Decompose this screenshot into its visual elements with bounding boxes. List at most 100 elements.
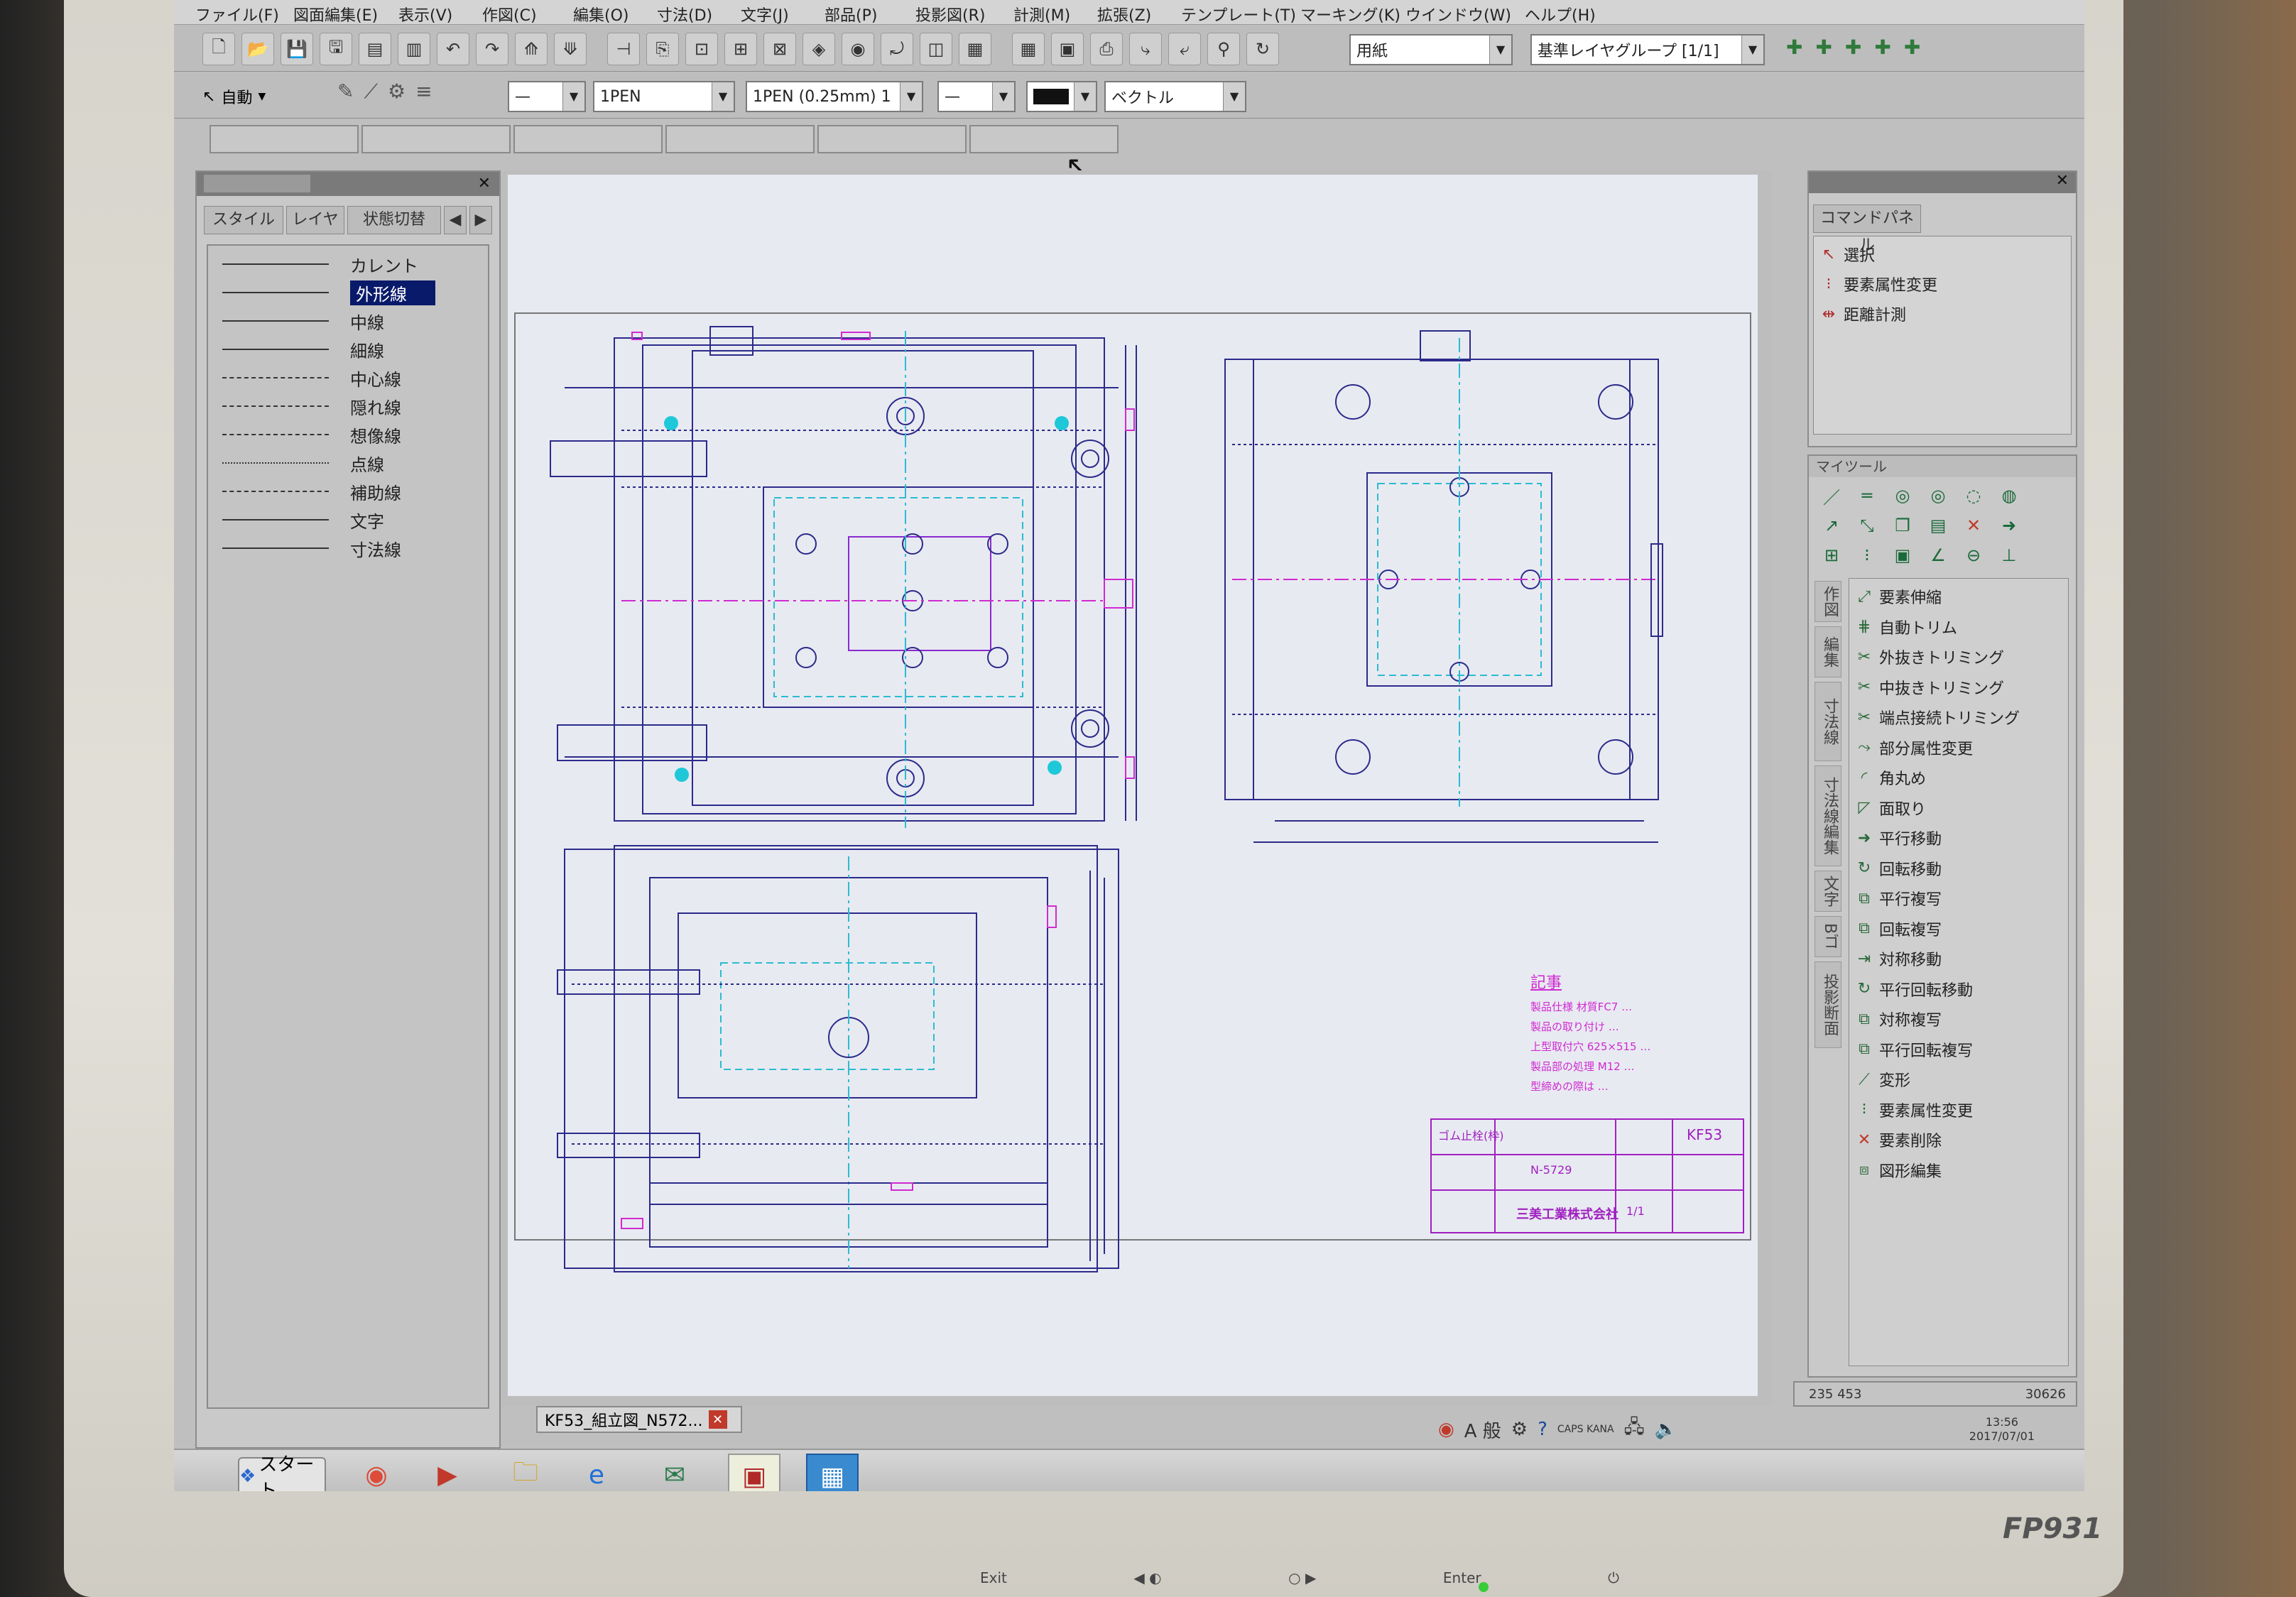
volume-icon[interactable]: 🔈 <box>1655 1419 1677 1440</box>
internet-explorer-icon[interactable]: e <box>572 1454 621 1491</box>
mytool-command-item[interactable]: ➜ 平行移動 <box>1855 823 2062 854</box>
refresh-icon[interactable]: ↻ <box>1246 33 1279 65</box>
auto-mode-button[interactable]: ↖ 自動 ▼ <box>202 81 309 112</box>
print-preview-icon[interactable]: ▥ <box>398 33 430 65</box>
page-tool-icon[interactable]: ▤ <box>1925 513 1951 538</box>
line-style-item[interactable]: 外形線 <box>208 278 488 307</box>
monitor-power-button[interactable]: ⏻ <box>1608 1569 1619 1595</box>
mytool-vertical-tab[interactable]: Bゴ <box>1815 916 1841 957</box>
double-line-tool-icon[interactable]: ═ <box>1854 483 1880 508</box>
mytool-command-item[interactable]: ⧉ 平行回転複写 <box>1855 1035 2062 1065</box>
mytool-vertical-tab[interactable]: 投影断面 <box>1815 961 1841 1048</box>
tab-scroll-right-icon[interactable]: ▶ <box>469 206 492 234</box>
file-explorer-icon[interactable]: 🗀 <box>501 1454 550 1491</box>
help-icon[interactable]: ? <box>1538 1419 1547 1440</box>
line-style-item[interactable]: 寸法線 <box>208 534 488 562</box>
frame-tool-icon[interactable]: ▣ <box>1890 543 1915 568</box>
app-icon[interactable]: ▣ <box>728 1454 780 1491</box>
arc-tool-icon[interactable]: ◌ <box>1961 483 1986 508</box>
mytool-command-item[interactable]: ⧉ 回転複写 <box>1855 914 2062 944</box>
line-style-item[interactable]: 点線 <box>208 449 488 477</box>
type-combo[interactable]: ベクトル ▼ <box>1104 81 1246 112</box>
line-style-item[interactable]: 隠れ線 <box>208 392 488 420</box>
monitor-left-button[interactable]: ◀ ◐ <box>1133 1569 1161 1595</box>
close-icon[interactable]: ✕ <box>478 172 491 196</box>
layer-tools-icons[interactable]: ✚✚✚✚✚ <box>1786 36 1971 64</box>
mytool-vertical-tab[interactable]: 編集 <box>1815 626 1841 677</box>
close-icon[interactable]: ✕ <box>2056 172 2069 190</box>
mytool-vertical-tab[interactable]: 文字 <box>1815 871 1841 912</box>
document-tab[interactable]: KF53_組立図_N572... ✕ <box>536 1406 742 1433</box>
tab-scroll-left-icon[interactable]: ◀ <box>444 206 467 234</box>
mail-icon[interactable]: ✉ <box>650 1454 700 1491</box>
trim-tool-icon[interactable]: ⤡ <box>1854 513 1880 538</box>
menu-item[interactable]: 計測(M) <box>1013 3 1070 26</box>
attr-tool-icon[interactable]: ⁝ <box>1854 543 1880 568</box>
sheet-combo[interactable]: 用紙 ▼ <box>1349 34 1513 65</box>
function-key-3[interactable] <box>513 125 663 153</box>
menu-item[interactable]: マーキング(K) <box>1300 3 1400 26</box>
rotate-icon[interactable]: ⤾ <box>881 33 913 65</box>
align-icon[interactable]: ⊣ <box>607 33 640 65</box>
mytool-command-item[interactable]: ⤳ 部分属性変更 <box>1855 733 2062 763</box>
circle-center-tool-icon[interactable]: ◎ <box>1925 483 1951 508</box>
menu-item[interactable]: 作図(C) <box>482 3 537 26</box>
pen-combo[interactable]: 1PEN ▼ <box>593 81 735 112</box>
menu-item[interactable]: ファイル(F) <box>195 3 279 26</box>
mytool-vertical-tab[interactable]: 作図 <box>1815 581 1841 622</box>
mytool-command-item[interactable]: ↻ 回転移動 <box>1855 854 2062 884</box>
ime-indicator[interactable]: A 般 <box>1464 1417 1501 1443</box>
circle-icon[interactable]: ◉ <box>842 33 874 65</box>
undo-icon[interactable]: ↶ <box>437 33 469 65</box>
menu-item[interactable]: 部品(P) <box>825 3 877 26</box>
menu-item[interactable]: 編集(O) <box>573 3 629 26</box>
menu-item[interactable]: 表示(V) <box>398 3 452 26</box>
layer-down-icon[interactable]: ⟱ <box>554 33 587 65</box>
line-style-item[interactable]: カレント <box>208 250 488 278</box>
grid-icon[interactable]: ▦ <box>959 33 991 65</box>
pen-width-combo[interactable]: 1PEN (0.25mm) 1 ▼ <box>746 81 923 112</box>
tab-layer[interactable]: レイヤ <box>286 206 344 234</box>
line-style-item[interactable]: 中心線 <box>208 364 488 392</box>
new-file-icon[interactable]: 🗋 <box>202 33 235 65</box>
grid-tool-icon[interactable]: ⊞ <box>1819 543 1844 568</box>
monitor-exit-button[interactable]: Exit <box>980 1569 1007 1595</box>
line-style-item[interactable]: 文字 <box>208 506 488 534</box>
pen-tools-icons[interactable]: ✎⟋⚙≡ <box>337 80 479 111</box>
copy-tool-icon[interactable]: ❐ <box>1890 513 1915 538</box>
copy-icon[interactable]: ⎘ <box>646 33 679 65</box>
start-button[interactable]: ❖ スタート <box>238 1454 326 1491</box>
chrome-icon[interactable]: ◉ <box>352 1454 401 1491</box>
mytool-vertical-tab[interactable]: 寸法線編集 <box>1815 765 1841 866</box>
close-icon[interactable]: ✕ <box>708 1410 727 1429</box>
menu-item[interactable]: 寸法(D) <box>657 3 712 26</box>
zoom-fit-icon[interactable]: ⊠ <box>763 33 796 65</box>
mytool-command-item[interactable]: ◸ 面取り <box>1855 793 2062 824</box>
circle-tool-icon[interactable]: ◎ <box>1890 483 1915 508</box>
mytool-command-item[interactable]: ⧉ 平行複写 <box>1855 883 2062 914</box>
unlink-icon[interactable]: ⤶ <box>1168 33 1201 65</box>
zoom-window-icon[interactable]: ⊡ <box>685 33 718 65</box>
move-tool-icon[interactable]: ➜ <box>1996 513 2022 538</box>
menu-item[interactable]: テンプレート(T) <box>1181 3 1296 26</box>
mytool-command-item[interactable]: ✂ 外抜きトリミング <box>1855 642 2062 672</box>
print-icon[interactable]: ▤ <box>359 33 391 65</box>
grid2-icon[interactable]: ▦ <box>1012 33 1045 65</box>
export-icon[interactable]: ⎙ <box>1090 33 1123 65</box>
line-style-item[interactable]: 中線 <box>208 307 488 335</box>
mytool-command-item[interactable]: ✂ 端点接続トリミング <box>1855 702 2062 733</box>
tab-state[interactable]: 状態切替 <box>347 206 441 234</box>
command-item[interactable]: ⁝ 要素属性変更 <box>1819 269 2065 299</box>
tab-command-panel[interactable]: コマンドパネル <box>1813 205 1921 254</box>
function-key-2[interactable] <box>361 125 511 153</box>
stretch-tool-icon[interactable]: ↗ <box>1819 513 1844 538</box>
mytool-command-item[interactable]: ✕ 要素削除 <box>1855 1125 2062 1155</box>
mytool-command-item[interactable]: ⁝ 要素属性変更 <box>1855 1095 2062 1125</box>
arc3-tool-icon[interactable]: ◍ <box>1996 483 2022 508</box>
command-item[interactable]: ⇹ 距離計測 <box>1819 299 2065 329</box>
drawing-canvas[interactable]: 記事 製品仕様 材質FC7 … 製品の取り付け … 上型取付穴 625×515 … <box>508 175 1758 1396</box>
tab-style[interactable]: スタイル <box>204 206 283 234</box>
diameter-tool-icon[interactable]: ⊖ <box>1961 543 1986 568</box>
function-key-4[interactable] <box>665 125 815 153</box>
mytool-command-item[interactable]: ↻ 平行回転移動 <box>1855 974 2062 1005</box>
